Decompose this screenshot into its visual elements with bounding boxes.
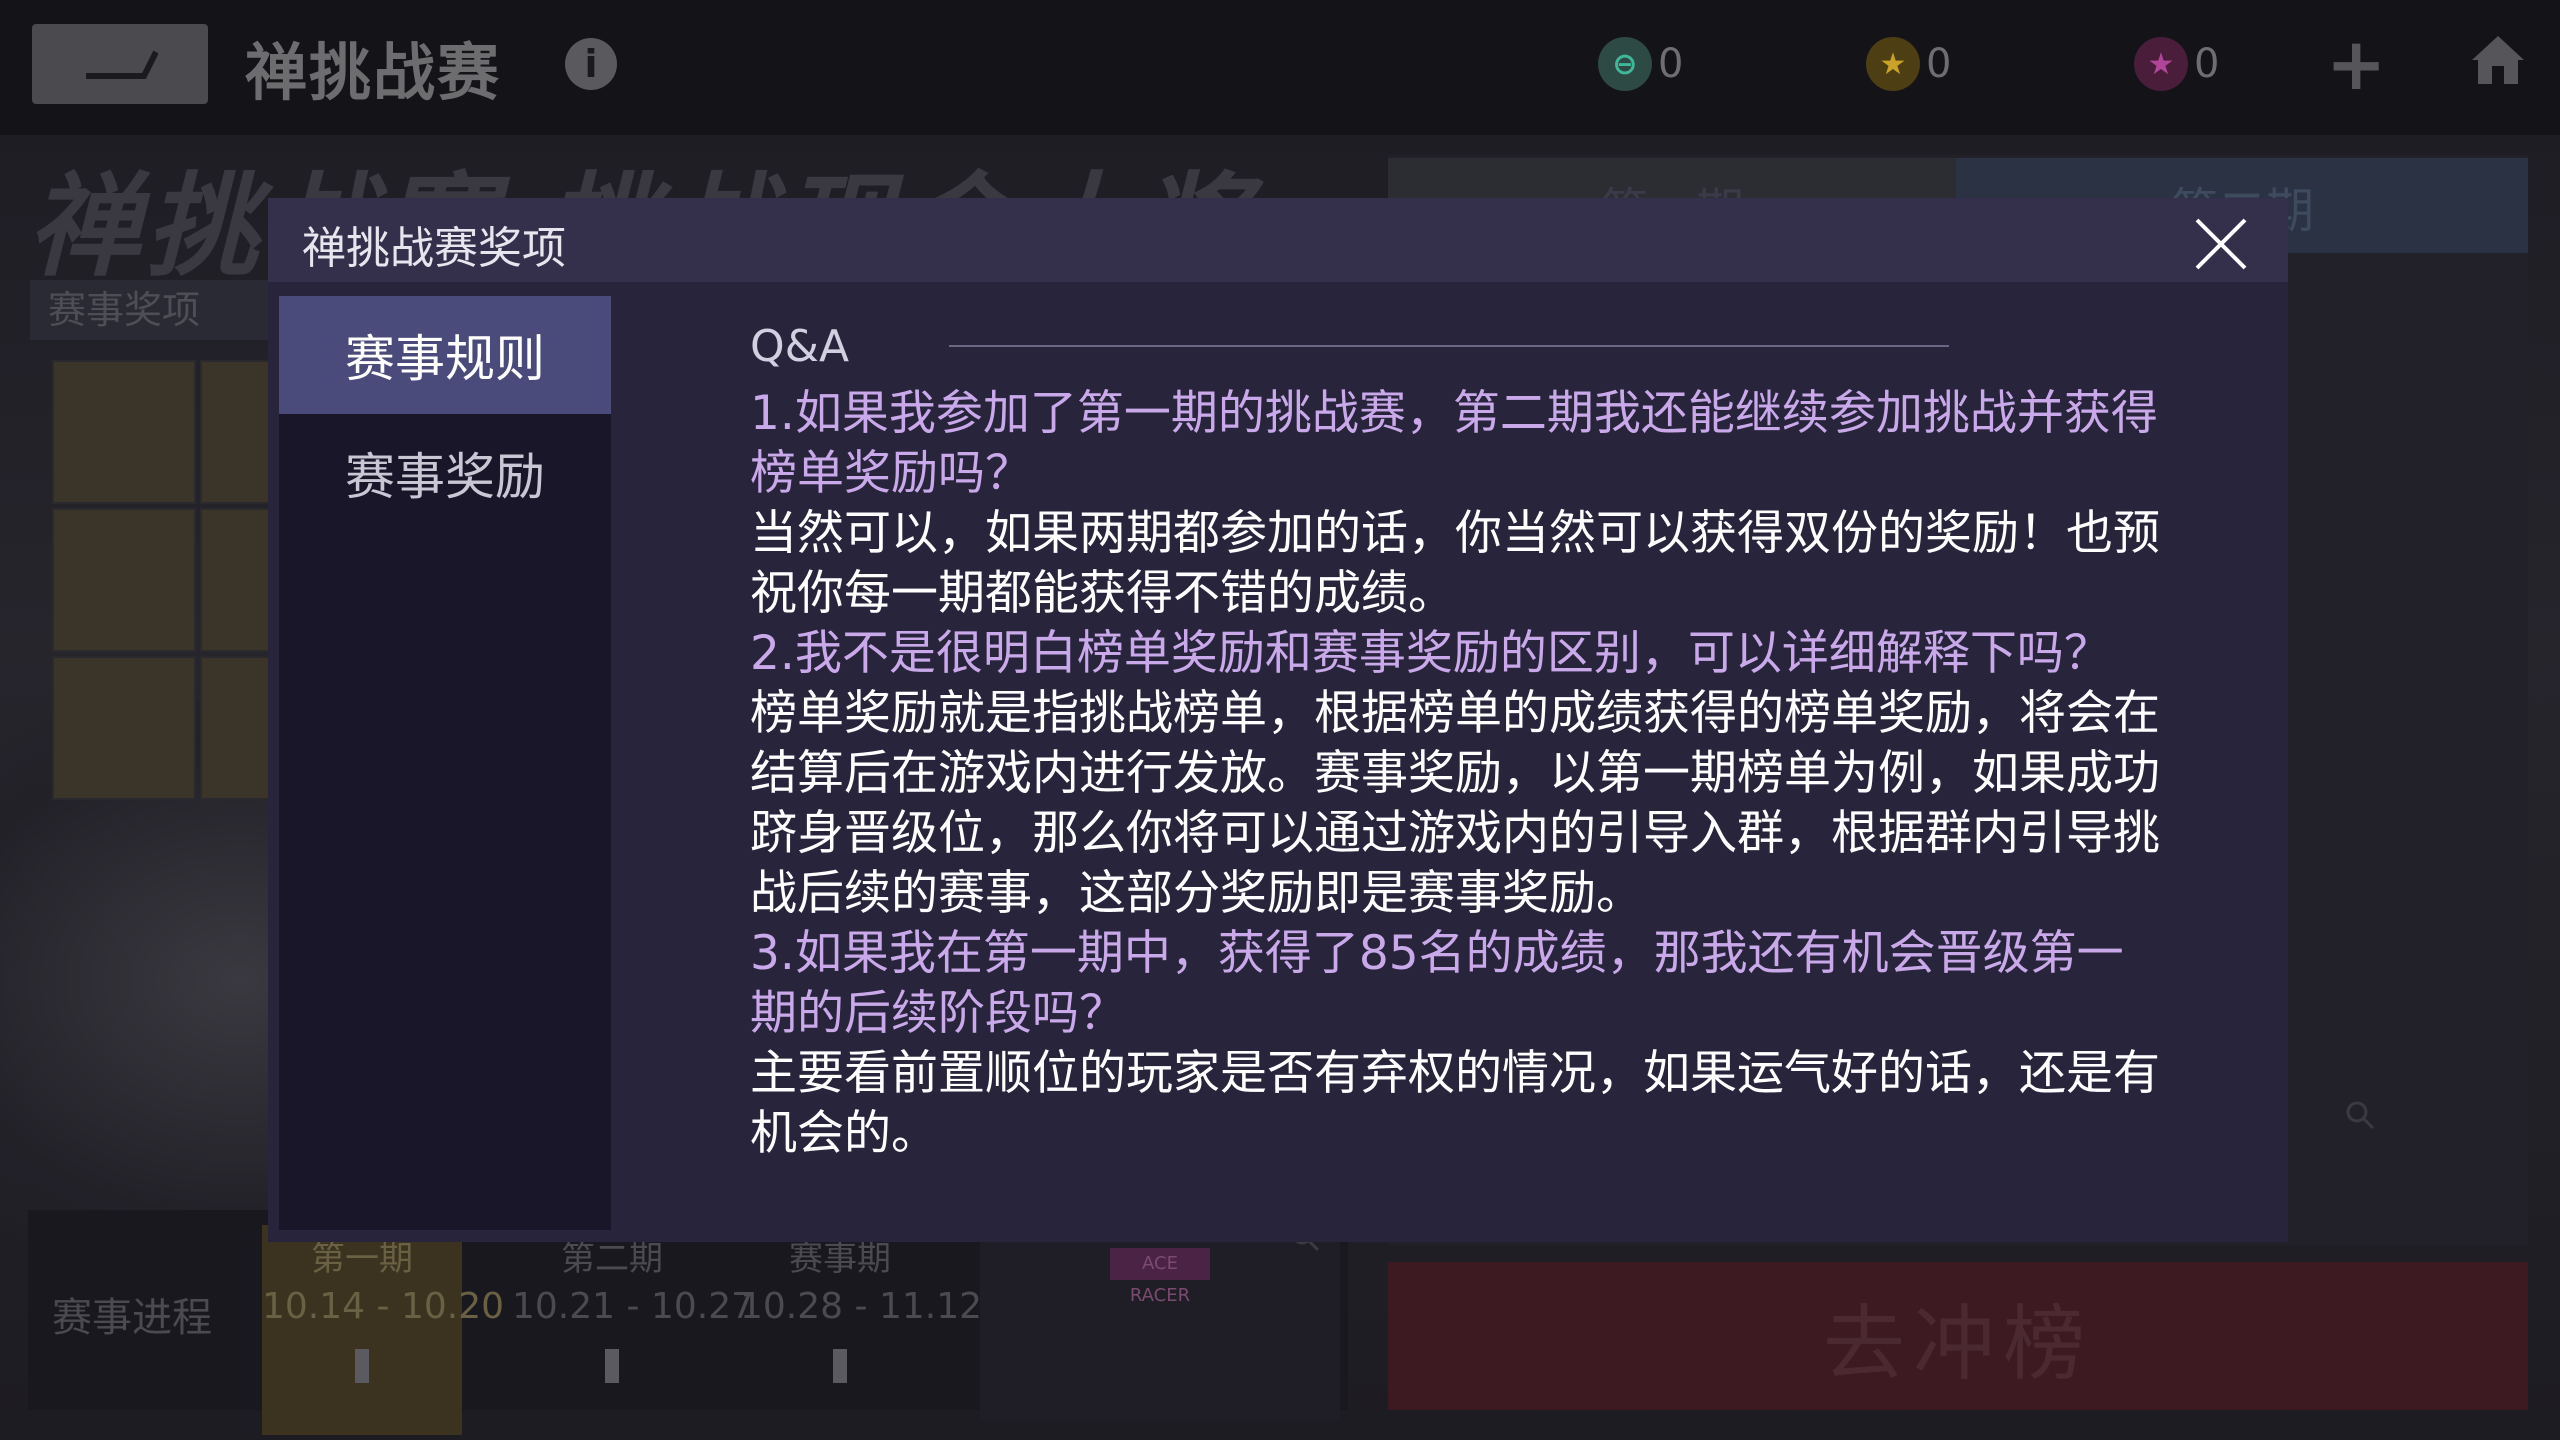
modal-header: 禅挑战赛奖项 — [268, 198, 2288, 282]
answer-1: 当然可以，如果两期都参加的话，你当然可以获得双份的奖励！也预祝你每一期都能获得不… — [750, 506, 2160, 621]
tab-event-rules[interactable]: 赛事规则 — [279, 296, 611, 414]
rules-modal: 禅挑战赛奖项 赛事规则 赛事奖励 Q&A 1.如果我参加了第一期的挑战赛，第二期… — [268, 198, 2288, 1242]
close-button[interactable] — [2191, 214, 2251, 274]
question-3: 3.如果我在第一期中，获得了85名的成绩，那我还有机会晋级第一期的后续阶段吗？ — [750, 926, 2124, 1041]
question-2: 2.我不是很明白榜单奖励和赛事奖励的区别，可以详细解释下吗？ — [750, 626, 2111, 681]
answer-3: 主要看前置顺位的玩家是否有弃权的情况，如果运气好的话，还是有机会的。 — [750, 1046, 2160, 1161]
modal-side-nav: 赛事规则 赛事奖励 — [279, 296, 611, 1230]
answer-2: 榜单奖励就是指挑战榜单，根据榜单的成绩获得的榜单奖励，将会在结算后在游戏内进行发… — [750, 686, 2160, 921]
question-1: 1.如果我参加了第一期的挑战赛，第二期我还能继续参加挑战并获得榜单奖励吗？ — [750, 386, 2158, 501]
qa-title: Q&A — [750, 320, 850, 372]
rules-content[interactable]: Q&A 1.如果我参加了第一期的挑战赛，第二期我还能继续参加挑战并获得榜单奖励吗… — [750, 310, 2170, 1230]
close-icon — [2195, 218, 2247, 270]
divider — [949, 345, 1950, 347]
qa-header: Q&A — [750, 310, 2170, 382]
modal-title: 禅挑战赛奖项 — [302, 223, 566, 274]
tab-event-rewards[interactable]: 赛事奖励 — [279, 414, 611, 532]
qa-list: 1.如果我参加了第一期的挑战赛，第二期我还能继续参加挑战并获得榜单奖励吗？ 当然… — [750, 384, 2170, 1164]
